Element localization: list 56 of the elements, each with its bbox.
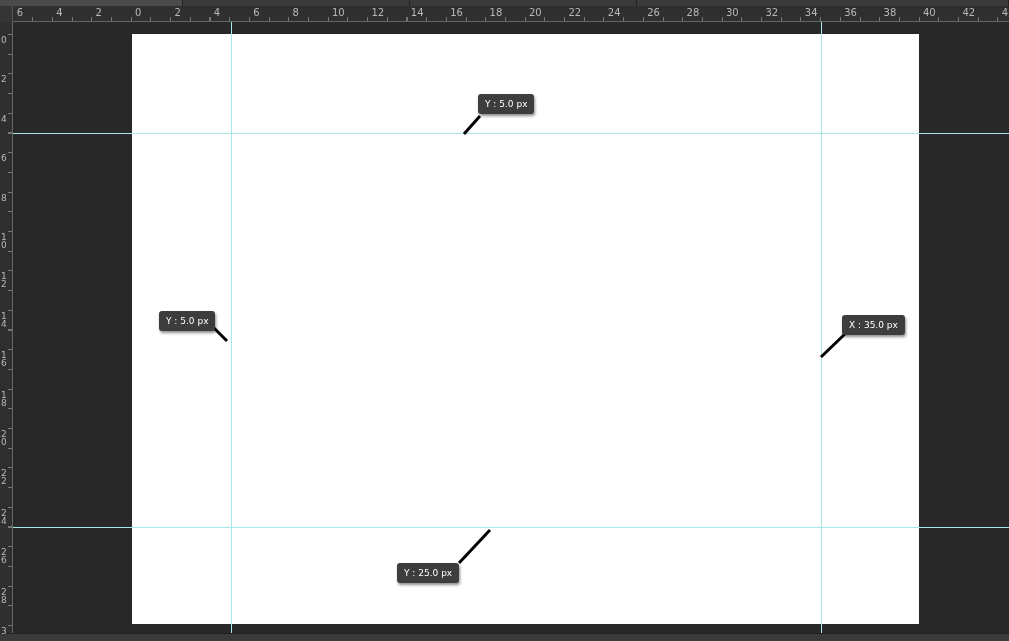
ruler-label: 26 (1, 548, 8, 565)
measurement-tooltip: Y : 25.0 px (397, 563, 460, 583)
ruler-label: 36 (844, 7, 857, 18)
ruler-label: 14 (1, 311, 8, 328)
ruler-label: 38 (883, 7, 897, 18)
ruler-label: 22 (1, 469, 8, 486)
ruler-label: 10 (1, 233, 8, 249)
ruler-label: 0 (135, 7, 142, 18)
ruler-label: 4 (56, 7, 63, 18)
ruler-label: 32 (765, 7, 779, 18)
ruler-label: 2 (174, 7, 181, 18)
guide-line[interactable] (13, 527, 1009, 528)
ruler-label: 0 (1, 36, 8, 44)
ruler-label: 28 (1, 587, 8, 604)
ruler-label: 14 (410, 7, 424, 18)
ruler-label: 12 (371, 7, 385, 18)
ruler-label: 4 (213, 7, 221, 18)
ruler-label: 20 (529, 7, 542, 18)
ruler-label: 20 (1, 430, 8, 446)
ruler-label: 6 (1, 154, 8, 163)
ruler-label: 28 (686, 7, 700, 18)
ruler-label: 42 (962, 7, 976, 18)
ruler-label: 4 (1001, 7, 1009, 18)
ruler-label: 8 (292, 7, 299, 18)
ruler-label: 18 (489, 7, 503, 18)
ruler-label: 4 (1, 114, 8, 123)
document-tab[interactable] (183, 0, 410, 6)
guide-line[interactable] (231, 22, 232, 633)
ruler-label: 26 (647, 7, 660, 18)
leader-line (462, 115, 482, 135)
measurement-tooltip: Y : 5.0 px (159, 311, 216, 331)
ruler-label: 24 (1, 508, 8, 525)
document-tab[interactable] (410, 0, 637, 6)
ruler-label: 10 (332, 7, 345, 18)
ruler-label: 22 (568, 7, 582, 18)
ruler-label: 24 (607, 7, 621, 18)
measurement-tooltip: Y : 5.0 px (478, 94, 535, 114)
ruler-label: 6 (253, 7, 260, 18)
ruler-label: 16 (450, 7, 463, 18)
ruler-label: 8 (1, 193, 8, 202)
ruler-label: 6 (16, 7, 24, 18)
leader-line (457, 528, 492, 565)
ruler-label: 30 (726, 7, 739, 18)
guide-line[interactable] (13, 133, 1009, 134)
ruler-label: 2 (95, 7, 102, 18)
ruler-label: 12 (1, 272, 8, 289)
ruler-label: 34 (804, 7, 818, 18)
measurement-tooltip: X : 35.0 px (842, 315, 905, 335)
ruler-label: 18 (1, 390, 8, 407)
document-tab[interactable] (0, 0, 183, 6)
guide-line[interactable] (821, 22, 822, 633)
ruler-label: 40 (923, 7, 936, 18)
ruler-label: 16 (1, 351, 8, 368)
ruler-label: 2 (1, 75, 8, 84)
document-tab[interactable] (637, 0, 1009, 6)
ruler-label: 3 (1, 627, 8, 635)
